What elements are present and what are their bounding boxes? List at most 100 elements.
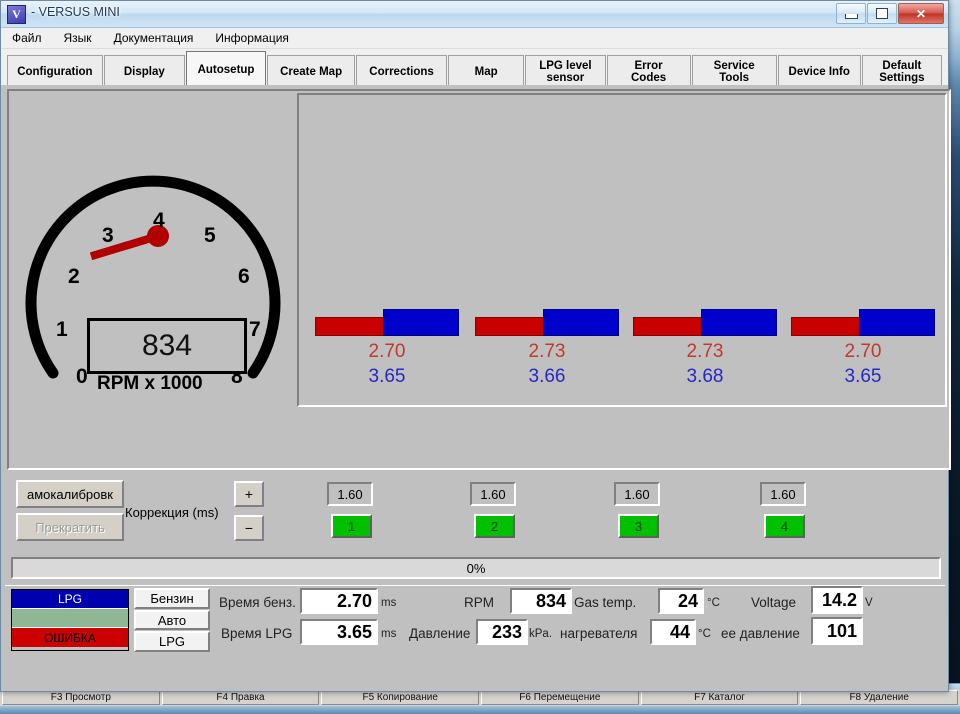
tab-map[interactable]: Map (447, 55, 525, 87)
rpm-value-display: 834 (87, 318, 247, 374)
injector-3-lpg-bar (701, 309, 777, 336)
status-led-error: ОШИБКА (12, 628, 128, 647)
rpm-value: 834 (510, 588, 572, 614)
injector-bar-group-3: 2.73 3.68 (633, 95, 783, 387)
tab-default-settings-line2: Settings (879, 71, 925, 84)
injector-bar-group-2: 2.73 3.66 (475, 95, 625, 387)
cylinder-1-button[interactable]: 1 (331, 514, 372, 538)
cylinder-2-button[interactable]: 2 (474, 514, 515, 538)
fuel-mode-selector[interactable]: Бензин Авто LPG (134, 588, 210, 653)
lpg-time-label: Время LPG (221, 626, 293, 641)
injector-4-petrol-bar (791, 317, 861, 336)
injector-4-lpg-bar (859, 309, 935, 336)
window-controls[interactable]: ✕ (836, 3, 944, 24)
injector-3-lpg-value: 3.68 (686, 366, 724, 387)
menu-item-language[interactable]: Язык (61, 30, 95, 46)
lpg-time-value: 3.65 (300, 619, 378, 645)
tab-create-map[interactable]: Create Map (267, 55, 356, 87)
gauge-tick-2: 2 (68, 265, 80, 288)
heater-temp-label: нагревателя (560, 626, 638, 641)
mode-button-petrol[interactable]: Бензин (134, 588, 210, 609)
injector-2-lpg-bar (543, 309, 619, 336)
gauge-tick-4: 4 (153, 209, 165, 232)
cylinder-4-button[interactable]: 4 (764, 514, 805, 538)
cylinder-4-correction-field[interactable]: 1.60 (760, 482, 806, 506)
injector-2-petrol-bar (475, 317, 545, 336)
injector-4-petrol-value: 2.70 (844, 341, 882, 362)
gas-temp-label: Gas temp. (574, 595, 637, 610)
fn-button-f3[interactable]: F3 Просмотр (2, 690, 160, 705)
voltage-label: Voltage (751, 595, 797, 610)
correction-label: Коррекция (ms) (125, 505, 219, 520)
injector-1-lpg-value: 3.65 (368, 366, 406, 387)
tab-autosetup[interactable]: Autosetup (185, 51, 267, 87)
injector-4-lpg-value: 3.65 (844, 366, 882, 387)
tab-lpg-level-sensor-line1: LPG level (539, 59, 592, 72)
petrol-time-label: Время бенз. (219, 595, 296, 610)
status-led-lpg: LPG (12, 590, 128, 609)
injector-1-petrol-bar (315, 317, 385, 336)
tab-default-settings[interactable]: Default Settings (861, 55, 942, 87)
fn-button-f5[interactable]: F5 Копирование (321, 690, 480, 705)
mode-button-auto[interactable]: Авто (134, 609, 210, 631)
title-bar[interactable]: V - VERSUS MINI ✕ (1, 1, 948, 28)
maximize-icon (876, 8, 888, 19)
petrol-time-value: 2.70 (300, 588, 378, 614)
tab-default-settings-line1: Default (882, 59, 922, 72)
tab-service-tools[interactable]: Service Tools (691, 55, 777, 87)
gauge-tick-5: 5 (204, 224, 216, 247)
minimize-button[interactable] (836, 3, 866, 24)
rpm-label: RPM (464, 595, 494, 610)
heater-temp-unit: °C (698, 628, 711, 640)
stop-calibration-button[interactable]: Прекратить (16, 513, 124, 541)
status-panel: LPG ОШИБКА Бензин Авто LPG Время бенз. 2… (5, 585, 945, 655)
petrol-time-unit: ms (381, 597, 397, 609)
tab-device-info[interactable]: Device Info (777, 55, 861, 87)
injector-bar-group-1: 2.70 3.65 (315, 95, 465, 387)
cylinder-3-button[interactable]: 3 (618, 514, 659, 538)
correction-minus-button[interactable]: − (234, 515, 264, 541)
calibration-progress-bar: 0% (11, 557, 941, 579)
injection-bars-panel: 2.70 3.65 2.73 3.66 2.73 3.68 2.70 3.65 (297, 93, 947, 407)
menu-bar[interactable]: Файл Язык Документация Информация (1, 28, 948, 49)
gauge-tick-7: 7 (249, 318, 261, 341)
gauge-tick-0: 0 (76, 365, 88, 388)
mode-button-lpg[interactable]: LPG (134, 631, 210, 653)
cylinder-3-correction-field[interactable]: 1.60 (614, 482, 660, 506)
app-icon: V (7, 5, 26, 24)
menu-item-file[interactable]: Файл (9, 30, 45, 46)
injector-1-petrol-value: 2.70 (368, 341, 406, 362)
fn-button-f6[interactable]: F6 Перемещение (481, 690, 639, 705)
menu-item-information[interactable]: Информация (212, 30, 291, 46)
injector-1-lpg-bar (383, 309, 459, 336)
fn-button-f7[interactable]: F7 Каталог (640, 690, 799, 705)
gauge-tick-1: 1 (56, 318, 68, 341)
tab-display[interactable]: Display (103, 55, 185, 87)
tab-configuration[interactable]: Configuration (7, 55, 103, 87)
cylinder-2-correction-field[interactable]: 1.60 (470, 482, 516, 506)
client-area: 0 1 2 3 4 5 6 7 8 RPM x 1000 834 2.70 3.… (1, 85, 951, 691)
tab-error-codes[interactable]: Error Codes (606, 55, 691, 87)
gauge-caption: RPM x 1000 (97, 373, 203, 394)
voltage-value: 14.2 (811, 586, 863, 614)
injector-bar-group-4: 2.70 3.65 (791, 95, 941, 387)
minimize-icon (844, 14, 858, 19)
correction-plus-button[interactable]: + (234, 481, 264, 507)
gauge-tick-6: 6 (238, 265, 250, 288)
tab-bar[interactable]: Configuration Display Autosetup Create M… (1, 49, 948, 87)
menu-item-documentation[interactable]: Документация (111, 30, 197, 46)
pressure-value: 233 (476, 619, 528, 645)
cylinder-1-correction-field[interactable]: 1.60 (327, 482, 373, 506)
main-window: V - VERSUS MINI ✕ Файл Язык Документация… (0, 0, 951, 692)
tab-lpg-level-sensor[interactable]: LPG level sensor (525, 55, 606, 87)
pressure-label: Давление (409, 626, 471, 641)
autocalibration-button[interactable]: амокалибровк (16, 480, 124, 508)
tab-corrections[interactable]: Corrections (356, 55, 447, 87)
heater-temp-value: 44 (650, 619, 696, 645)
maximize-button[interactable] (867, 3, 897, 24)
calibration-row: амокалибровк Прекратить Коррекция (ms) +… (7, 475, 951, 553)
close-button[interactable]: ✕ (898, 3, 944, 24)
gas-temp-unit: °C (707, 597, 720, 609)
fn-button-f4[interactable]: F4 Правка (161, 690, 320, 705)
fn-button-f8[interactable]: F8 Удаление (800, 690, 959, 705)
